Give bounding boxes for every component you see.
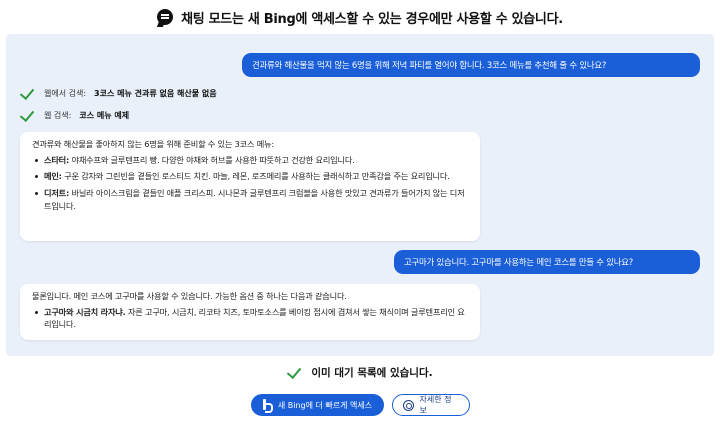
faster-access-label: 새 Bing에 더 빠르게 액세스	[277, 400, 373, 410]
search-prefix: 웹 검색:	[44, 110, 72, 120]
item-text: 야채수프와 글루텐프리 빵. 다양한 야채와 허브를 사용한 따뜻하고 건강한 …	[71, 154, 355, 165]
item-text: 바닐라 아이스크림을 곁들인 애플 크리스피. 시나몬과 글루텐프리 크럼블을 …	[44, 188, 465, 211]
bot-message-intro: 물론입니다. 메인 코스에 고구마를 사용할 수 있습니다. 가능한 옵션 중 …	[32, 291, 347, 301]
search-status: 웹에서 검색: 3코스 메뉴 견과류 없음 해산물 없음	[20, 87, 217, 99]
check-icon	[20, 109, 36, 121]
item-text: 구운 감자와 그린빈을 곁들인 로스티드 치킨. 마늘, 레몬, 로즈메리를 사…	[64, 171, 450, 182]
faster-access-button[interactable]: 새 Bing에 더 빠르게 액세스	[250, 394, 384, 416]
search-query: 3코스 메뉴 견과류 없음 해산물 없음	[94, 88, 217, 98]
chat-panel: 견과류와 해산물을 먹지 않는 6명을 위해 저녁 파티를 열어야 합니다. 3…	[6, 34, 714, 356]
menu-list: 스타터: 야채수프와 글루텐프리 빵. 다양한 야채와 허브를 사용한 따뜻하고…	[32, 154, 468, 213]
bot-message: 물론입니다. 메인 코스에 고구마를 사용할 수 있습니다. 가능한 옵션 중 …	[20, 284, 480, 340]
user-message: 견과류와 해산물을 먹지 않는 6명을 위해 저녁 파티를 열어야 합니다. 3…	[242, 53, 700, 77]
list-item: 메인: 구운 감자와 그린빈을 곁들인 로스티드 치킨. 마늘, 레몬, 로즈메…	[32, 170, 468, 183]
menu-list: 고구마와 시금치 라자냐. 자른 고구마, 시금치, 리코타 치즈, 토마토소스…	[32, 306, 468, 331]
bot-message: 견과류와 해산물을 좋아하지 않는 6명을 위해 준비할 수 있는 3코스 메뉴…	[20, 132, 480, 241]
list-item: 스타터: 야채수프와 글루텐프리 빵. 다양한 야채와 허브를 사용한 따뜻하고…	[32, 154, 468, 167]
search-prefix: 웹에서 검색:	[44, 88, 87, 98]
list-item: 디저트: 바닐라 아이스크림을 곁들인 애플 크리스피. 시나몬과 글루텐프리 …	[32, 187, 468, 212]
search-query: 코스 메뉴 예제	[79, 110, 130, 120]
bing-logo-icon	[262, 399, 273, 413]
page-header: 채팅 모드는 새 Bing에 액세스할 수 있는 경우에만 사용할 수 있습니다…	[0, 0, 720, 34]
info-icon	[402, 399, 414, 411]
item-label: 고구마와 시금치 라자냐.	[44, 306, 126, 317]
check-icon	[20, 87, 36, 99]
waitlist-text: 이미 대기 목록에 있습니다.	[311, 366, 433, 379]
item-label: 디저트:	[44, 188, 70, 199]
learn-more-button[interactable]: 자세한 정보	[391, 394, 470, 416]
check-icon	[287, 366, 303, 378]
item-label: 스타터:	[44, 154, 70, 165]
search-status: 웹 검색: 코스 메뉴 예제	[20, 109, 129, 121]
chat-bubble-icon	[157, 9, 174, 25]
bot-message-intro: 견과류와 해산물을 좋아하지 않는 6명을 위해 준비할 수 있는 3코스 메뉴…	[32, 139, 274, 149]
waitlist-status: 이미 대기 목록에 있습니다.	[0, 362, 720, 382]
user-message: 고구마가 있습니다. 고구마를 사용하는 메인 코스를 만들 수 있나요?	[394, 250, 700, 274]
page-title: 채팅 모드는 새 Bing에 액세스할 수 있는 경우에만 사용할 수 있습니다…	[181, 11, 563, 27]
action-buttons: 새 Bing에 더 빠르게 액세스 자세한 정보	[0, 394, 720, 416]
item-label: 메인:	[44, 171, 62, 182]
list-item: 고구마와 시금치 라자냐. 자른 고구마, 시금치, 리코타 치즈, 토마토소스…	[32, 306, 468, 331]
learn-more-label: 자세한 정보	[419, 395, 452, 415]
